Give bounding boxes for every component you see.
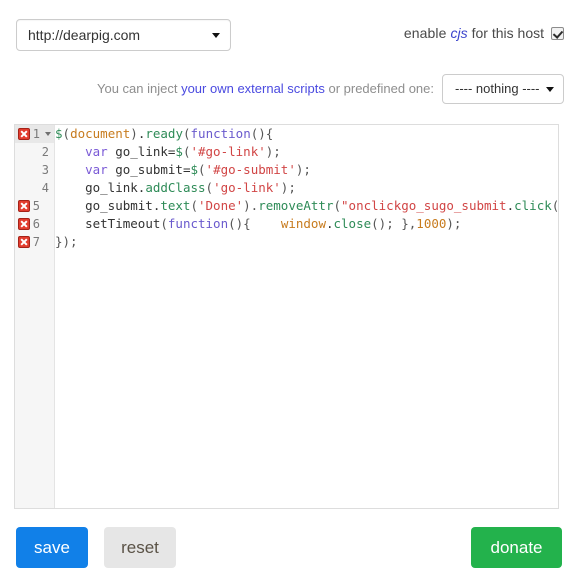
- host-select[interactable]: http://dearpig.com: [16, 19, 231, 51]
- enable-cjs-checkbox[interactable]: [551, 26, 564, 40]
- error-marker-icon[interactable]: [18, 236, 30, 248]
- gutter-line[interactable]: 4: [15, 179, 54, 197]
- code-token: 1000: [416, 216, 447, 231]
- code-token: window: [280, 216, 326, 231]
- gutter-line[interactable]: 7: [15, 233, 54, 251]
- code-token: go_link=: [107, 144, 176, 159]
- error-marker-icon[interactable]: [18, 200, 30, 212]
- donate-button[interactable]: donate: [471, 527, 562, 568]
- code-token: (: [62, 126, 71, 141]
- code-line[interactable]: go_submit.text('Done').removeAttr("oncli…: [55, 197, 558, 215]
- enable-label-prefix: enable: [403, 25, 447, 41]
- fold-arrow-icon[interactable]: [45, 132, 51, 136]
- code-token: "onclickgo_sugo_submit: [341, 198, 507, 213]
- inject-hint-after: or predefined one:: [324, 81, 434, 96]
- gutter-line[interactable]: 5: [15, 197, 54, 215]
- error-marker-icon[interactable]: [18, 218, 30, 230]
- editor-code-area[interactable]: $(document).ready(function(){ var go_lin…: [55, 125, 558, 508]
- code-token: function: [167, 216, 229, 231]
- code-token: $: [175, 144, 183, 159]
- code-token: go_link.: [55, 180, 146, 195]
- code-token: 'go-link': [213, 180, 281, 195]
- inject-hint-before: You can inject: [96, 81, 182, 96]
- external-scripts-link[interactable]: your own external scripts: [181, 81, 325, 96]
- reset-button[interactable]: reset: [104, 527, 176, 568]
- code-token: (: [182, 126, 191, 141]
- gutter-line[interactable]: 1: [15, 125, 54, 143]
- editor-gutter[interactable]: 12 3 45 6 7: [15, 125, 55, 508]
- code-token: });: [55, 234, 78, 249]
- save-button[interactable]: save: [16, 527, 88, 568]
- gutter-line[interactable]: 2: [15, 143, 54, 161]
- code-token: (: [333, 198, 342, 213]
- code-token: text: [160, 198, 191, 213]
- line-number: 7: [32, 235, 40, 249]
- code-token: '#go-link': [190, 144, 266, 159]
- code-line[interactable]: var go_submit=$('#go-submit');: [55, 161, 558, 179]
- code-token: go_submit=: [107, 162, 191, 177]
- code-token: var: [85, 162, 108, 177]
- code-token: ): [130, 126, 138, 141]
- host-select-value: http://dearpig.com: [28, 27, 141, 43]
- line-number: 1: [32, 127, 40, 141]
- code-token: (){: [228, 216, 281, 231]
- gutter-line[interactable]: 6: [15, 215, 54, 233]
- code-token: addClass: [145, 180, 206, 195]
- code-token: function: [190, 126, 251, 141]
- code-token: (); },: [371, 216, 417, 231]
- code-token: $: [55, 126, 63, 141]
- enable-cjs-toggle[interactable]: enable cjs for this host: [404, 25, 564, 41]
- code-editor[interactable]: 1234567 $(document).ready(function(){ va…: [14, 124, 559, 509]
- code-line[interactable]: var go_link=$('#go-link');: [55, 143, 558, 161]
- code-token: 'Done': [198, 198, 244, 213]
- chevron-down-icon: [212, 33, 220, 38]
- inject-hint: You can inject your own external scripts…: [97, 81, 434, 96]
- code-token: ready: [145, 126, 183, 141]
- code-token: removeAttr: [258, 198, 334, 213]
- code-line[interactable]: setTimeout(function(){ window.close(); }…: [55, 215, 558, 233]
- gutter-line[interactable]: 3: [15, 161, 54, 179]
- code-token: );: [295, 162, 311, 177]
- code-token: setTimeout: [85, 216, 161, 231]
- inject-scripts-row: You can inject your own external scripts…: [0, 62, 575, 116]
- enable-label-suffix: for this host: [471, 25, 544, 41]
- code-token: ();: [552, 198, 558, 213]
- code-line[interactable]: });: [55, 233, 558, 251]
- host-settings-row: http://dearpig.com enable cjs for this h…: [0, 0, 575, 62]
- enable-label-keyword: cjs: [450, 25, 468, 41]
- error-marker-icon[interactable]: [18, 128, 30, 140]
- code-token: click: [514, 198, 552, 213]
- predefined-script-value: ---- nothing ----: [455, 81, 540, 96]
- code-token: (){: [250, 126, 274, 141]
- line-number: 5: [32, 199, 40, 213]
- code-token: (: [190, 198, 198, 213]
- code-token: .: [325, 216, 334, 231]
- code-token: document: [70, 126, 131, 141]
- line-number: 3: [41, 163, 49, 177]
- code-token: (: [198, 162, 206, 177]
- code-token: );: [280, 180, 296, 195]
- code-token: go_submit.: [55, 198, 161, 213]
- code-token: .: [506, 198, 515, 213]
- code-token: '#go-submit': [205, 162, 296, 177]
- code-token: (: [205, 180, 214, 195]
- line-number: 6: [32, 217, 40, 231]
- predefined-script-select[interactable]: ---- nothing ----: [442, 74, 564, 104]
- chevron-down-icon: [546, 87, 554, 92]
- code-token: (: [160, 216, 168, 231]
- line-number: 2: [41, 145, 49, 159]
- code-token: ).: [243, 198, 259, 213]
- code-token: close: [333, 216, 372, 231]
- code-token: );: [265, 144, 281, 159]
- code-token: var: [85, 144, 108, 159]
- code-line[interactable]: go_link.addClass('go-link');: [55, 179, 558, 197]
- line-number: 4: [41, 181, 49, 195]
- code-token: $: [190, 162, 199, 177]
- code-token: );: [446, 216, 462, 231]
- code-line[interactable]: $(document).ready(function(){: [55, 125, 558, 143]
